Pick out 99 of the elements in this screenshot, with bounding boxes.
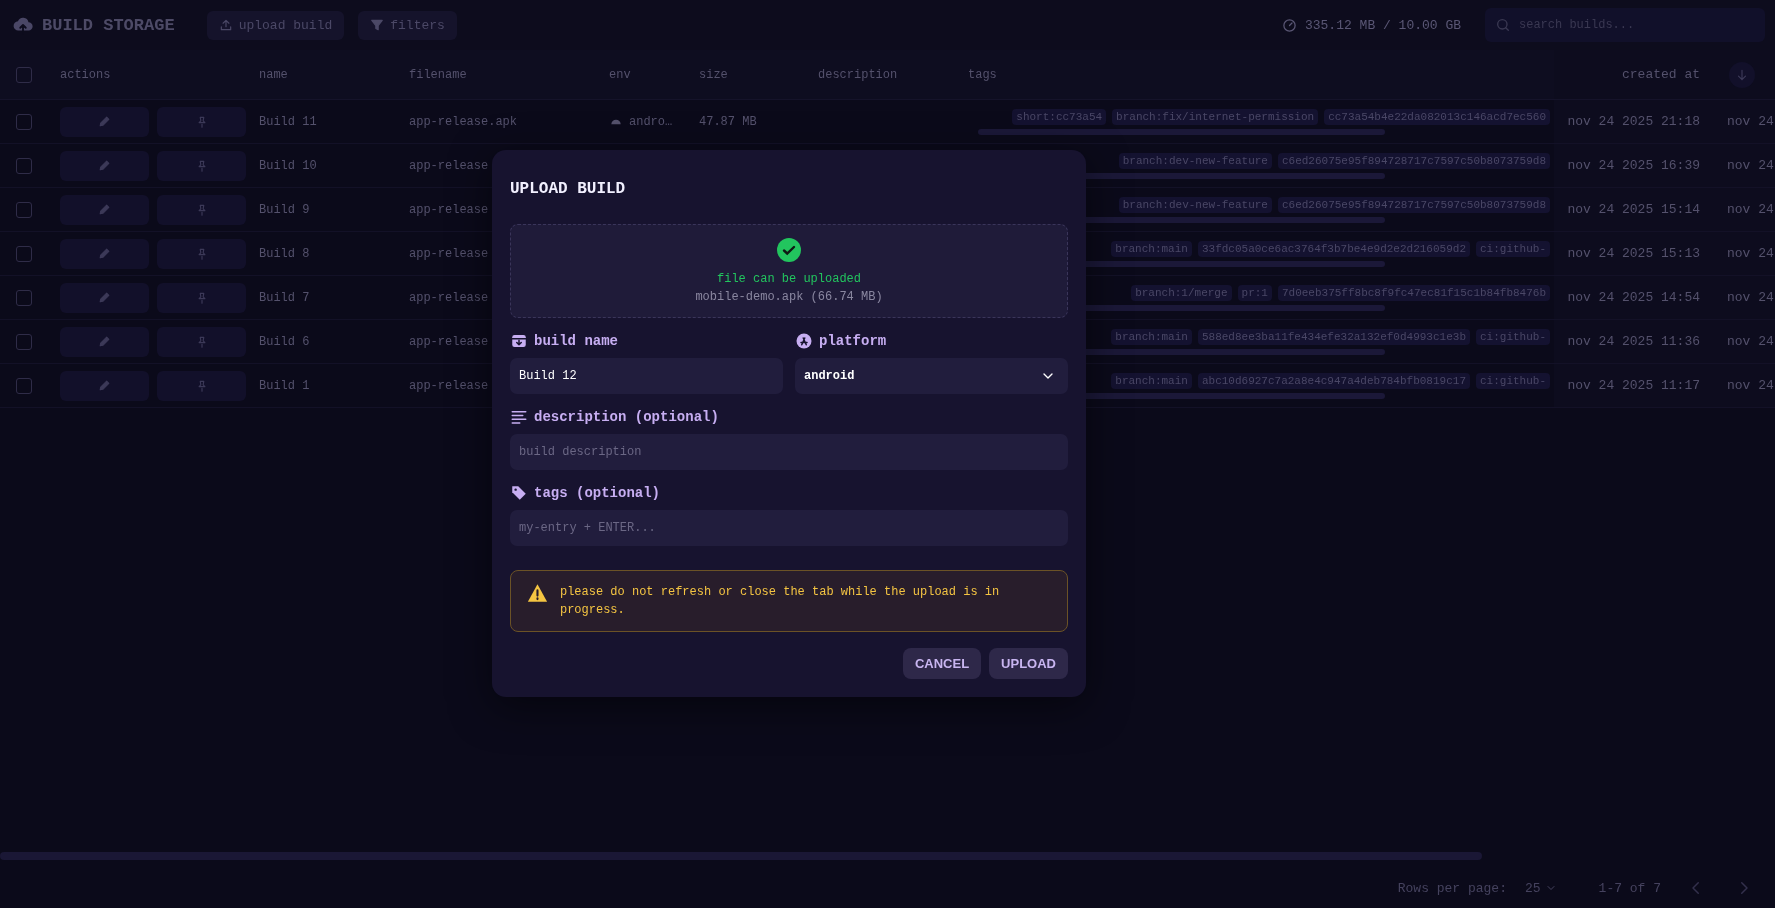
env-label: andro… bbox=[629, 114, 673, 129]
filename: app-release bbox=[409, 246, 489, 261]
tag-scrollbar[interactable] bbox=[978, 128, 1386, 135]
pencil-icon bbox=[98, 203, 111, 216]
edit-button[interactable] bbox=[60, 282, 149, 313]
app-title: BUILD STORAGE bbox=[42, 15, 175, 35]
column-header: created at bbox=[1622, 67, 1700, 82]
page-range: 1-7 of 7 bbox=[1598, 880, 1661, 896]
upload-button[interactable]: UPLOAD bbox=[989, 648, 1068, 679]
date-cell: nov 24 bbox=[1727, 334, 1774, 349]
column-header: name bbox=[259, 67, 288, 82]
rows-per-page-label: Rows per page: bbox=[1397, 880, 1507, 896]
warning-icon bbox=[527, 583, 548, 603]
edit-button[interactable] bbox=[60, 238, 149, 269]
warning-text: please do not refresh or close the tab while the upload is in progress. bbox=[559, 584, 1001, 619]
created-date: nov 24 2025 11:17 bbox=[1567, 378, 1700, 393]
pin-button[interactable] bbox=[157, 282, 246, 313]
row-checkbox[interactable] bbox=[16, 113, 32, 130]
row-checkbox[interactable] bbox=[16, 333, 32, 350]
pencil-icon bbox=[98, 335, 111, 348]
edit-button[interactable] bbox=[60, 150, 149, 181]
row-checkbox[interactable] bbox=[16, 157, 32, 174]
filename: app-release.apk bbox=[409, 114, 518, 129]
date-cell: nov 24 bbox=[1727, 114, 1774, 129]
created-date: nov 24 2025 21:18 bbox=[1567, 114, 1700, 129]
gauge-icon bbox=[1281, 17, 1297, 33]
selected-file: mobile-demo.apk (66.74 MB) bbox=[695, 290, 883, 304]
edit-button[interactable] bbox=[60, 194, 149, 225]
build-name: Build 8 bbox=[259, 246, 310, 261]
cancel-button[interactable]: CANCEL bbox=[902, 648, 982, 679]
field-label: description (optional) bbox=[534, 409, 719, 425]
filename: app-release bbox=[409, 290, 489, 305]
row-checkbox[interactable] bbox=[16, 245, 32, 262]
storage-usage: 335.12 MB / 10.00 GB bbox=[1304, 17, 1461, 33]
edit-button[interactable] bbox=[60, 106, 149, 137]
field-label: platform bbox=[819, 333, 887, 349]
row-checkbox[interactable] bbox=[16, 377, 32, 394]
field-label: build name bbox=[534, 333, 618, 349]
column-header: env bbox=[609, 67, 631, 82]
column-header: size bbox=[699, 67, 728, 82]
created-date: nov 24 2025 11:36 bbox=[1567, 334, 1700, 349]
filename: app-release bbox=[409, 378, 489, 393]
file-dropzone[interactable]: file can be uploaded mobile-demo.apk (66.74 MB) bbox=[510, 224, 1068, 318]
pencil-icon bbox=[98, 247, 111, 260]
column-header: actions bbox=[60, 67, 111, 82]
file-size: 47.87 MB bbox=[699, 114, 757, 129]
date-cell: nov 24 bbox=[1727, 290, 1774, 305]
pin-button[interactable] bbox=[157, 370, 246, 401]
filename: app-release bbox=[409, 334, 489, 349]
pencil-icon bbox=[98, 379, 111, 392]
build-name: Build 7 bbox=[259, 290, 310, 305]
column-header: description bbox=[818, 67, 898, 82]
platform-select[interactable]: android bbox=[795, 358, 1068, 394]
row-checkbox[interactable] bbox=[16, 201, 32, 218]
date-cell: nov 24 bbox=[1727, 202, 1774, 217]
dialog-title: UPLOAD BUILD bbox=[510, 180, 627, 198]
text-field[interactable]: Build 12 bbox=[510, 358, 783, 394]
column-header: tags bbox=[968, 67, 997, 82]
field-label: tags (optional) bbox=[534, 485, 661, 501]
created-date: nov 24 2025 14:54 bbox=[1567, 290, 1700, 305]
pencil-icon bbox=[98, 159, 111, 172]
horizontal-scrollbar[interactable] bbox=[0, 852, 1482, 860]
upload-icon bbox=[218, 18, 233, 32]
build-name: Build 6 bbox=[259, 334, 310, 349]
arrow-down-icon bbox=[1735, 67, 1749, 82]
pencil-icon bbox=[98, 115, 111, 128]
build-name: Build 11 bbox=[259, 114, 317, 129]
build-name: Build 10 bbox=[259, 158, 317, 173]
edit-button[interactable] bbox=[60, 326, 149, 357]
pin-button[interactable] bbox=[157, 150, 246, 181]
select-all-checkbox[interactable] bbox=[16, 66, 32, 83]
pin-button[interactable] bbox=[157, 194, 246, 225]
funnel-icon bbox=[370, 18, 385, 32]
filename: app-release bbox=[409, 202, 489, 217]
upload-status: file can be uploaded bbox=[717, 272, 861, 286]
date-cell: nov 24 bbox=[1727, 246, 1774, 261]
pencil-icon bbox=[98, 291, 111, 304]
sort-button[interactable] bbox=[1729, 61, 1755, 88]
build-name: Build 1 bbox=[259, 378, 310, 393]
created-date: nov 24 2025 15:14 bbox=[1567, 202, 1700, 217]
edit-button[interactable] bbox=[60, 370, 149, 401]
text-lines-icon bbox=[510, 408, 528, 426]
search-icon bbox=[1495, 17, 1511, 33]
check-circle-icon bbox=[777, 238, 801, 262]
row-checkbox[interactable] bbox=[16, 289, 32, 306]
tag-icon bbox=[510, 484, 528, 502]
column-header: filename bbox=[409, 67, 467, 82]
created-date: nov 24 2025 15:13 bbox=[1567, 246, 1700, 261]
archive-box-icon bbox=[510, 332, 528, 350]
text-field[interactable]: my-entry + ENTER... bbox=[510, 510, 1068, 546]
pin-button[interactable] bbox=[157, 106, 246, 137]
build-name: Build 9 bbox=[259, 202, 310, 217]
date-cell: nov 24 bbox=[1727, 158, 1774, 173]
text-field[interactable]: build description bbox=[510, 434, 1068, 470]
pin-button[interactable] bbox=[157, 238, 246, 269]
date-cell: nov 24 bbox=[1727, 378, 1774, 393]
pin-button[interactable] bbox=[157, 326, 246, 357]
created-date: nov 24 2025 16:39 bbox=[1567, 158, 1700, 173]
filename: app-release bbox=[409, 158, 489, 173]
